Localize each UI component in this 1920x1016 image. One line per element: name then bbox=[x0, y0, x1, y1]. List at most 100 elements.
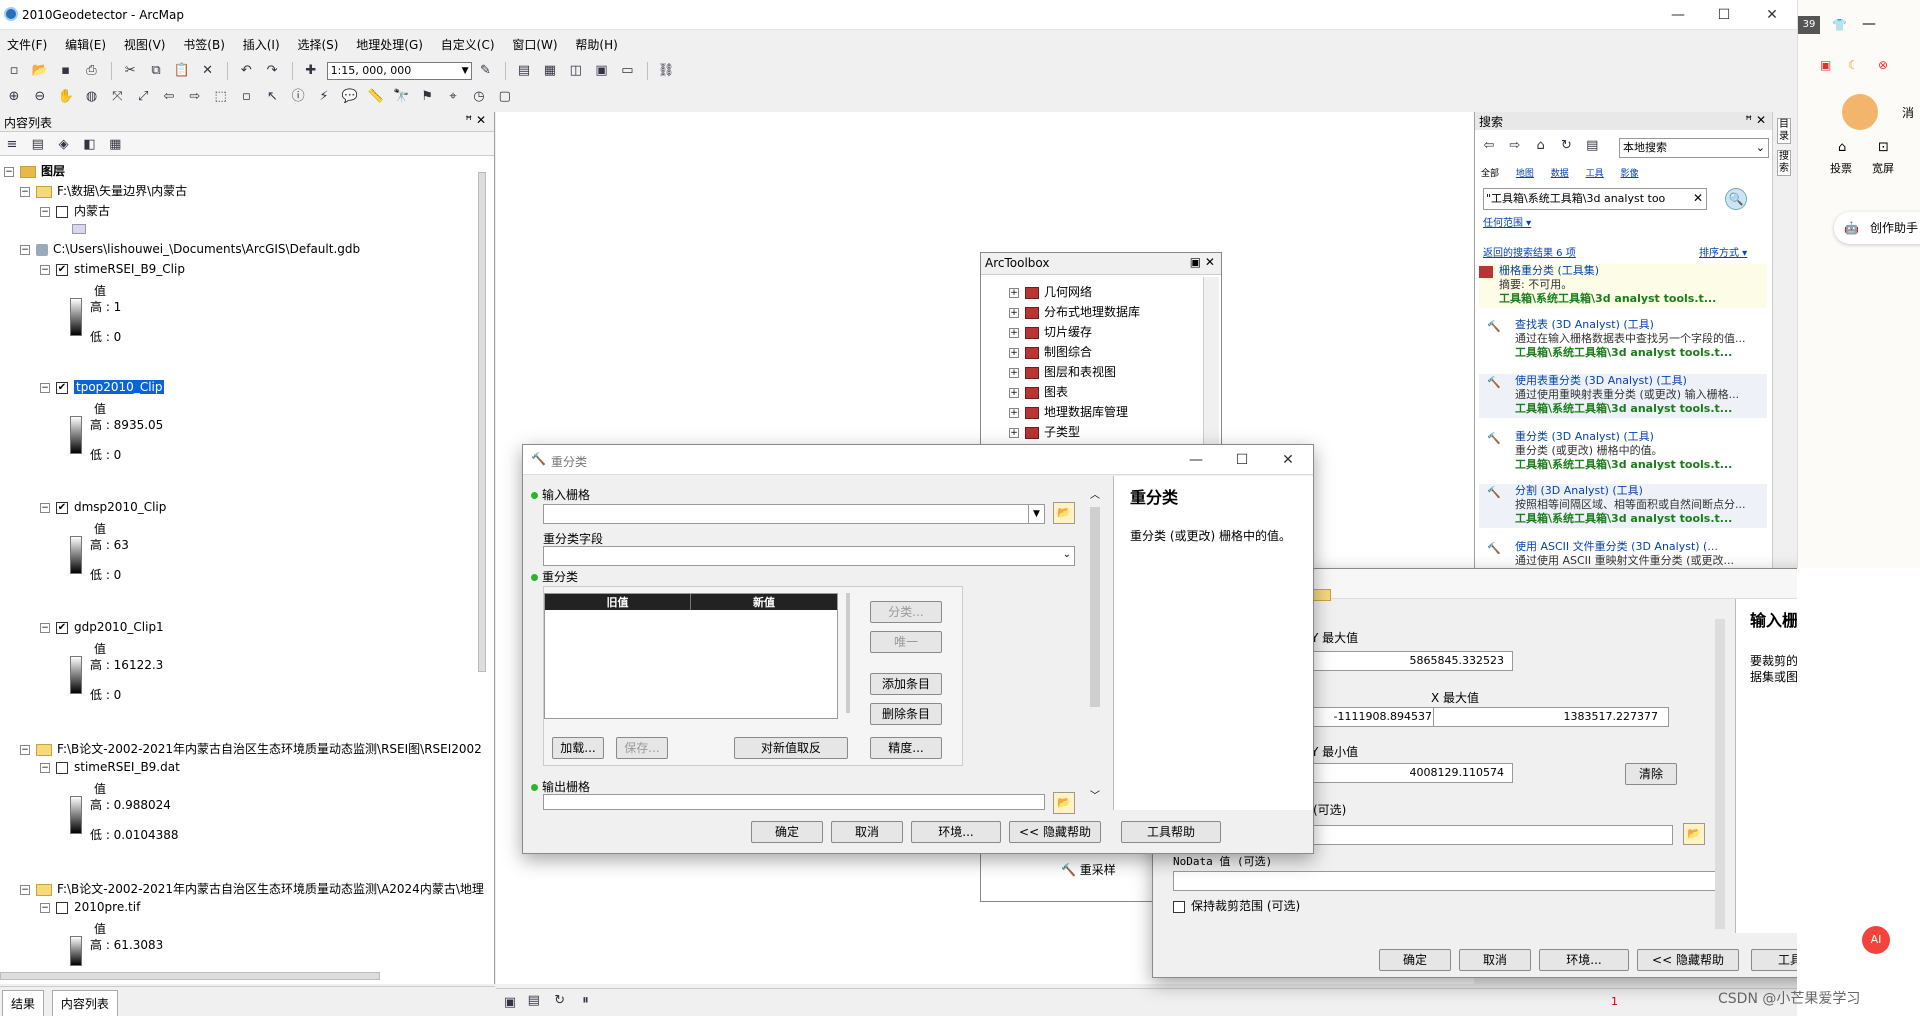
toc-vertical-scrollbar[interactable] bbox=[478, 172, 486, 672]
browse-folder-icon[interactable]: 📂 bbox=[1683, 823, 1705, 845]
time-slider-icon[interactable]: ◷ bbox=[469, 87, 489, 107]
home-icon[interactable]: ⌂ bbox=[1531, 136, 1551, 156]
reverse-new-values-button[interactable]: 对新值取反 bbox=[734, 737, 848, 759]
menu-windows[interactable]: 窗口(W) bbox=[505, 34, 564, 55]
view-options-icon[interactable]: ▤ bbox=[1582, 136, 1602, 156]
toolbox-item[interactable]: + 制图综合 bbox=[1009, 343, 1092, 360]
layer-stimeRSEI-dat[interactable]: − stimeRSEI_B9.dat bbox=[40, 760, 180, 774]
ymin-input[interactable]: 4008129.110574 bbox=[1313, 763, 1513, 783]
reclass-minimize-button[interactable]: — bbox=[1173, 445, 1219, 475]
xmin-input[interactable]: -1111908.894537 bbox=[1313, 707, 1439, 727]
environments-button[interactable]: 环境... bbox=[911, 821, 1001, 843]
undo-icon[interactable]: ↶ bbox=[236, 61, 256, 81]
toolbox-item[interactable]: + 切片缓存 bbox=[1009, 323, 1092, 340]
precision-button[interactable]: 精度... bbox=[870, 737, 942, 759]
classify-button[interactable]: 分类... bbox=[870, 601, 942, 623]
layer-stimeRSEI-clip[interactable]: − ✔ stimeRSEI_B9_Clip bbox=[40, 262, 185, 276]
menu-geoprocessing[interactable]: 地理处理(G) bbox=[349, 34, 430, 55]
toolbox-item[interactable]: + 图层和表视图 bbox=[1009, 363, 1116, 380]
clip-hide-help-button[interactable]: << 隐藏帮助 bbox=[1637, 949, 1739, 971]
menu-file[interactable]: 文件(F) bbox=[0, 34, 54, 55]
fixed-zoom-out-icon[interactable]: ⤢ bbox=[133, 87, 153, 107]
menu-view[interactable]: 视图(V) bbox=[117, 34, 173, 55]
open-icon[interactable]: 📂 bbox=[30, 61, 50, 81]
vote-label[interactable]: 投票 bbox=[1830, 160, 1852, 176]
layer-checkbox[interactable]: ✔ bbox=[56, 263, 68, 276]
full-extent-icon[interactable]: ◍ bbox=[81, 87, 101, 107]
creation-assistant-button[interactable]: 🤖 创作助手 bbox=[1834, 212, 1920, 244]
python-icon[interactable]: ▭ bbox=[617, 61, 637, 81]
select-features-icon[interactable]: ⬚ bbox=[211, 87, 231, 107]
menu-bookmarks[interactable]: 书签(B) bbox=[176, 34, 232, 55]
table-scrollbar[interactable] bbox=[846, 593, 850, 713]
list-by-visibility-icon[interactable]: ◈ bbox=[54, 135, 74, 155]
layer-checkbox[interactable]: ✔ bbox=[56, 621, 68, 634]
widescreen-label[interactable]: 宽屏 bbox=[1872, 160, 1894, 176]
clear-selection-icon[interactable]: ▫ bbox=[236, 87, 256, 107]
group-folder-1[interactable]: − F:\数据\矢量边界\内蒙古 bbox=[20, 182, 187, 199]
load-button[interactable]: 加载... bbox=[552, 737, 604, 759]
back-extent-icon[interactable]: ⇦ bbox=[159, 87, 179, 107]
layer-neimenggu[interactable]: − 内蒙古 bbox=[40, 202, 110, 219]
clear-query-icon[interactable]: ✕ bbox=[1693, 191, 1703, 205]
tab-count-badge[interactable]: 39 bbox=[1798, 16, 1820, 34]
search-go-icon[interactable]: 🔍 bbox=[1725, 188, 1747, 210]
data-view-icon[interactable]: ▣ bbox=[500, 993, 520, 1013]
arctoolbox-window-controls[interactable]: ▣ ✕ bbox=[1190, 255, 1215, 269]
search-pin-close-icons[interactable]: ꟸ ✕ bbox=[1745, 113, 1766, 127]
avatar[interactable] bbox=[1842, 94, 1878, 130]
menu-insert[interactable]: 插入(I) bbox=[236, 34, 287, 55]
search-dock-tab[interactable]: 搜索 bbox=[1777, 150, 1791, 176]
forward-icon[interactable]: ⇨ bbox=[1505, 136, 1525, 156]
app-icon-red[interactable]: ▣ bbox=[1820, 58, 1831, 72]
tab-toc[interactable]: 内容列表 bbox=[51, 990, 118, 1016]
find-icon[interactable]: 🔭 bbox=[391, 87, 411, 107]
reclass-close-button[interactable]: ✕ bbox=[1265, 445, 1311, 475]
create-viewer-icon[interactable]: ▢ bbox=[495, 87, 515, 107]
nodata-input[interactable] bbox=[1173, 871, 1719, 891]
clear-button[interactable]: 清除 bbox=[1625, 763, 1677, 785]
editor-toolbar-icon[interactable]: ✎ bbox=[475, 61, 495, 81]
browse-folder-icon[interactable]: 📂 bbox=[1053, 792, 1075, 814]
toolbox-item[interactable]: + 几何网络 bbox=[1009, 283, 1092, 300]
filter-data[interactable]: 数据 bbox=[1551, 169, 1569, 179]
refresh-icon[interactable]: ↻ bbox=[550, 991, 570, 1011]
arctoolbox-icon[interactable]: ▣ bbox=[592, 61, 612, 81]
model-builder-icon[interactable]: ⛓ bbox=[656, 61, 676, 81]
back-icon[interactable]: ⇦ bbox=[1479, 136, 1499, 156]
search-result[interactable]: 🔨 重分类 (3D Analyst) (工具) 重分类 (或更改) 栅格中的值。工… bbox=[1479, 430, 1767, 474]
filter-images[interactable]: 影像 bbox=[1621, 169, 1639, 179]
fixed-zoom-in-icon[interactable]: ⤧ bbox=[107, 87, 127, 107]
catalog-dock-tab[interactable]: 目录 bbox=[1777, 118, 1791, 144]
reclass-table[interactable]: 旧值 新值 bbox=[544, 593, 838, 719]
layer-2010pre[interactable]: −2010pre.tif bbox=[40, 900, 140, 914]
layers-root[interactable]: − 图层 bbox=[4, 162, 65, 179]
menu-customize[interactable]: 自定义(C) bbox=[434, 34, 502, 55]
menu-edit[interactable]: 编辑(E) bbox=[58, 34, 113, 55]
resample-tool[interactable]: 🔨 重采样 bbox=[1061, 861, 1116, 878]
search-result[interactable]: 🔨 分割 (3D Analyst) (工具) 按照相等间隔区域、相等面积或自然间断… bbox=[1479, 484, 1767, 528]
sort-dropdown[interactable]: 排序方式 ▾ bbox=[1699, 244, 1747, 259]
filter-all[interactable]: 全部 bbox=[1481, 169, 1499, 179]
shirt-icon[interactable]: 👕 bbox=[1832, 18, 1847, 32]
toc-horizontal-scrollbar[interactable] bbox=[0, 972, 380, 980]
tool-help-button[interactable]: 工具帮助 bbox=[1121, 821, 1221, 843]
redo-icon[interactable]: ↷ bbox=[262, 61, 282, 81]
new-document-icon[interactable]: ▫ bbox=[4, 61, 24, 81]
map-scale-dropdown[interactable]: 1:15, 000, 000 ▼ bbox=[326, 62, 472, 80]
go-to-xy-icon[interactable]: ⌖ bbox=[443, 87, 463, 107]
vote-icon[interactable]: ⌂ bbox=[1838, 140, 1846, 155]
tab-results[interactable]: 结果 bbox=[2, 990, 45, 1016]
group-rsei2002[interactable]: − F:\B论文-2002-2021年内蒙古自治区生态环境质量动态监测\RSEI图… bbox=[20, 740, 490, 757]
toolbox-item[interactable]: + 子类型 bbox=[1009, 423, 1080, 440]
close-icon[interactable]: ⊗ bbox=[1878, 58, 1888, 72]
catalog-icon[interactable]: ▦ bbox=[540, 61, 560, 81]
layer-checkbox[interactable] bbox=[56, 205, 68, 218]
extent-dropdown[interactable]: 任何范围 ▾ bbox=[1483, 214, 1531, 229]
ok-button[interactable]: 确定 bbox=[751, 821, 823, 843]
zoom-out-icon[interactable]: ⊖ bbox=[30, 87, 50, 107]
layer-checkbox[interactable] bbox=[56, 901, 68, 914]
ymax-input[interactable]: 5865845.332523 bbox=[1313, 651, 1513, 671]
measure-icon[interactable]: 📏 bbox=[366, 87, 386, 107]
clip-env-button[interactable]: 环境... bbox=[1539, 949, 1629, 971]
